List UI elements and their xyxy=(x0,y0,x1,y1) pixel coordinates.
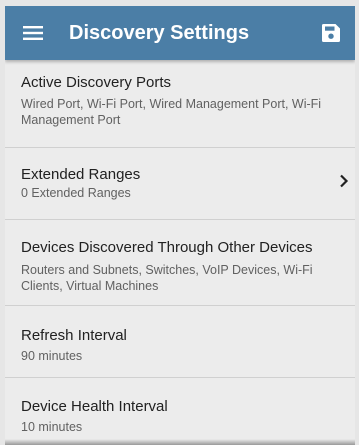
setting-title: Refresh Interval xyxy=(21,327,127,344)
setting-subtitle: 90 minutes xyxy=(21,349,83,363)
save-button[interactable] xyxy=(307,6,355,60)
page-title: Discovery Settings xyxy=(69,21,250,44)
hamburger-menu-icon xyxy=(23,26,43,40)
app-screen: Discovery Settings Active Discovery Port… xyxy=(5,6,355,445)
setting-title: Device Health Interval xyxy=(21,398,168,415)
menu-button[interactable] xyxy=(5,6,61,60)
setting-title: Extended Ranges xyxy=(21,166,141,183)
setting-subtitle: Wired Port, Wi-Fi Port, Wired Management… xyxy=(21,97,322,127)
bottom-edge-shadow xyxy=(5,439,355,445)
settings-list: Active Discovery Ports Wired Port, Wi-Fi… xyxy=(5,60,355,445)
save-icon xyxy=(322,24,340,42)
setting-subtitle: 0 Extended Ranges xyxy=(21,186,131,200)
setting-title: Active Discovery Ports xyxy=(21,74,172,91)
setting-title: Devices Discovered Through Other Devices xyxy=(21,239,313,256)
setting-device-health-interval[interactable]: Device Health Interval 10 minutes xyxy=(5,378,355,445)
chevron-right-icon xyxy=(340,174,349,188)
setting-refresh-interval[interactable]: Refresh Interval 90 minutes xyxy=(5,306,355,378)
setting-extended-ranges[interactable]: Extended Ranges 0 Extended Ranges xyxy=(5,148,355,220)
setting-active-discovery-ports[interactable]: Active Discovery Ports Wired Port, Wi-Fi… xyxy=(5,60,355,148)
setting-devices-discovered-through-other-devices[interactable]: Devices Discovered Through Other Devices… xyxy=(5,220,355,306)
setting-subtitle: Routers and Subnets, Switches, VoIP Devi… xyxy=(21,263,313,293)
app-bar: Discovery Settings xyxy=(5,6,355,60)
setting-subtitle: 10 minutes xyxy=(21,420,83,434)
